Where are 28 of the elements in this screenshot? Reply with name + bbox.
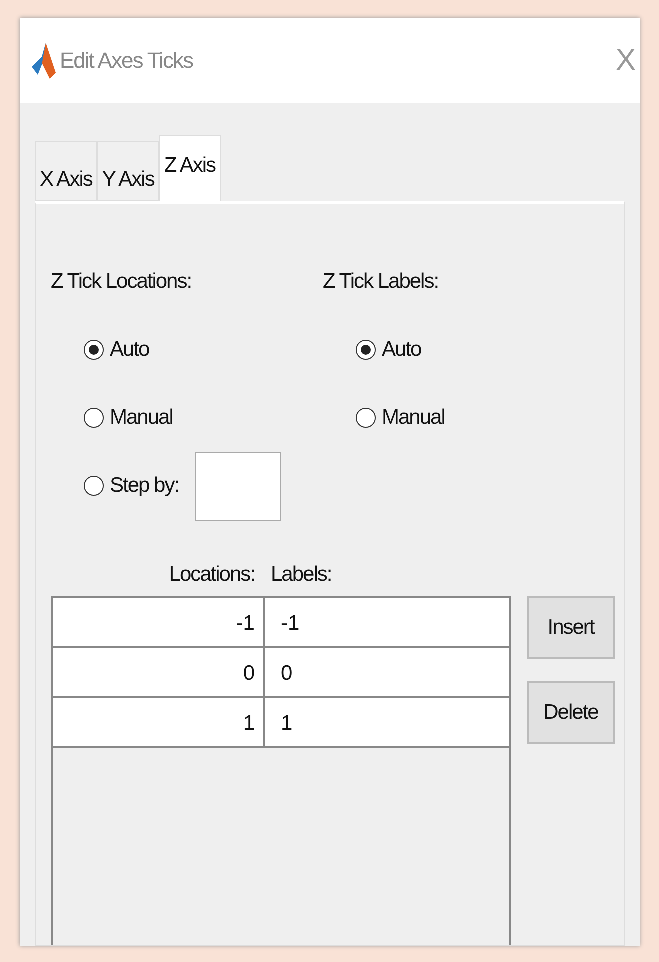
radio-button[interactable] <box>84 340 104 360</box>
step-field[interactable] <box>195 452 282 520</box>
radio-button[interactable] <box>356 340 376 360</box>
column-header: Labels: <box>270 562 332 588</box>
table-cell[interactable]: 1 <box>53 698 265 746</box>
table-cell[interactable]: 1 <box>265 698 509 746</box>
group-heading: Z Tick Locations: <box>51 269 193 295</box>
action-button[interactable]: Delete <box>527 681 615 744</box>
tab[interactable]: Y Axis <box>97 141 160 201</box>
radio-button[interactable] <box>84 408 104 428</box>
radio-label: Auto <box>110 337 150 364</box>
tab[interactable]: X Axis <box>35 141 98 201</box>
radio-label: Step by: <box>110 473 180 500</box>
table-cell[interactable]: 0 <box>53 648 265 696</box>
table-cell[interactable]: -1 <box>53 598 265 646</box>
tab[interactable]: Z Axis <box>159 135 221 201</box>
action-button[interactable]: Insert <box>527 596 615 659</box>
radio-button[interactable] <box>356 408 376 428</box>
radio-label: Auto <box>382 337 422 364</box>
radio-button[interactable] <box>84 476 104 496</box>
radio-label: Manual <box>110 405 173 432</box>
table-cell[interactable]: 0 <box>265 648 509 696</box>
column-header: Locations: <box>168 562 256 588</box>
app-logo-icon <box>32 42 56 78</box>
window-title: Edit Axes Ticks <box>60 47 193 75</box>
group-heading: Z Tick Labels: <box>323 269 440 295</box>
table-cell[interactable]: -1 <box>265 598 509 646</box>
radio-label: Manual <box>382 405 445 432</box>
